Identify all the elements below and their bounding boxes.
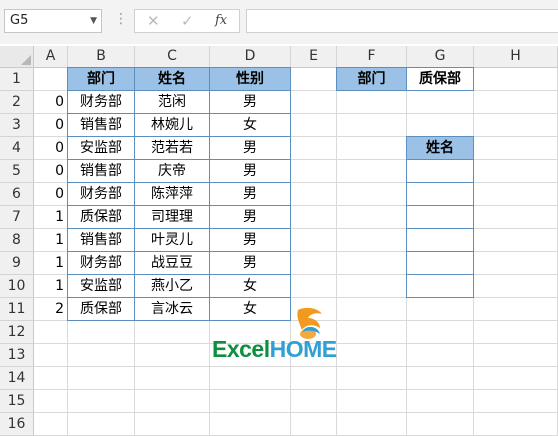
column-header-c[interactable]: C	[135, 46, 210, 68]
cell-a[interactable]: 0	[34, 160, 68, 183]
row-header-9[interactable]: 9	[0, 252, 34, 275]
lookup-dept-label[interactable]: 部门	[336, 67, 407, 91]
row-header-3[interactable]: 3	[0, 114, 34, 137]
drag-handle-icon[interactable]: ⋮	[114, 11, 128, 27]
lookup-result-cell[interactable]	[406, 251, 474, 275]
column-header-d[interactable]: D	[210, 46, 291, 68]
cell-name[interactable]: 范闲	[134, 90, 210, 114]
cell-a[interactable]: 1	[34, 206, 68, 229]
cell-name[interactable]: 范若若	[134, 136, 210, 160]
row-header-7[interactable]: 7	[0, 206, 34, 229]
cell-gender[interactable]: 男	[209, 90, 291, 114]
cell-dept[interactable]: 质保部	[67, 297, 135, 321]
lookup-result-cell[interactable]	[406, 205, 474, 229]
cell-gender[interactable]: 男	[209, 159, 291, 183]
row-header-8[interactable]: 8	[0, 229, 34, 252]
cell-name[interactable]: 陈萍萍	[134, 182, 210, 206]
row-header-5[interactable]: 5	[0, 160, 34, 183]
cell-dept[interactable]: 销售部	[67, 228, 135, 252]
cell-a[interactable]: 1	[34, 252, 68, 275]
cell-gender[interactable]: 女	[209, 113, 291, 137]
cell-dept[interactable]: 财务部	[67, 251, 135, 275]
row-header-16[interactable]: 16	[0, 413, 34, 436]
column-header-g[interactable]: G	[407, 46, 474, 68]
cell-gender[interactable]: 女	[209, 274, 291, 298]
cell-dept[interactable]: 销售部	[67, 159, 135, 183]
confirm-icon[interactable]: ✓	[181, 12, 194, 30]
gridline-horizontal	[34, 366, 558, 367]
cell-a[interactable]: 0	[34, 91, 68, 114]
row-header-12[interactable]: 12	[0, 321, 34, 344]
cell-gender[interactable]: 男	[209, 251, 291, 275]
cell-gender[interactable]: 男	[209, 205, 291, 229]
row-header-10[interactable]: 10	[0, 275, 34, 298]
insert-function-button[interactable]: fx	[215, 13, 227, 28]
chevron-down-icon[interactable]: ▼	[90, 16, 97, 26]
column-header-e[interactable]: E	[291, 46, 337, 68]
row-header-13[interactable]: 13	[0, 344, 34, 367]
cancel-icon[interactable]: ✕	[147, 12, 160, 30]
cell-name[interactable]: 庆帝	[134, 159, 210, 183]
logo-wordmark: ExcelHOME	[212, 336, 337, 363]
lookup-result-cell[interactable]	[406, 274, 474, 298]
cell-gender[interactable]: 男	[209, 182, 291, 206]
column-header-a[interactable]: A	[34, 46, 68, 68]
cell-a[interactable]: 0	[34, 114, 68, 137]
excelhome-logo: ExcelHOME	[210, 304, 370, 364]
cell-gender[interactable]: 男	[209, 136, 291, 160]
header-cell-dept[interactable]: 部门	[67, 67, 135, 91]
logo-home-text: HOME	[269, 336, 338, 362]
cell-dept[interactable]: 财务部	[67, 90, 135, 114]
name-box-value: G5	[10, 13, 29, 28]
row-header-4[interactable]: 4	[0, 137, 34, 160]
cell-name[interactable]: 司理理	[134, 205, 210, 229]
row-header-11[interactable]: 11	[0, 298, 34, 321]
cell-name[interactable]: 燕小乙	[134, 274, 210, 298]
cell-a[interactable]: 0	[34, 183, 68, 206]
gridline-horizontal	[34, 389, 558, 390]
row-header-6[interactable]: 6	[0, 183, 34, 206]
lookup-result-cell[interactable]	[406, 182, 474, 206]
header-cell-gender[interactable]: 性别	[209, 67, 291, 91]
formula-buttons: ✕ ✓ fx	[134, 9, 240, 33]
cell-gender[interactable]: 男	[209, 228, 291, 252]
cell-name[interactable]: 战豆豆	[134, 251, 210, 275]
name-box[interactable]: G5 ▼	[4, 9, 102, 33]
lookup-result-cell[interactable]	[406, 228, 474, 252]
formula-bar: G5 ▼ ⋮ ✕ ✓ fx	[0, 0, 558, 44]
column-header-h[interactable]: H	[474, 46, 558, 68]
cell-name[interactable]: 叶灵儿	[134, 228, 210, 252]
header-cell-name[interactable]: 姓名	[134, 67, 210, 91]
row-header-2[interactable]: 2	[0, 91, 34, 114]
cell-a[interactable]: 0	[34, 137, 68, 160]
lookup-result-cell[interactable]	[406, 159, 474, 183]
formula-input[interactable]	[246, 9, 558, 33]
cell-name[interactable]: 言冰云	[134, 297, 210, 321]
row-header-1[interactable]: 1	[0, 68, 34, 91]
lookup-name-header[interactable]: 姓名	[406, 136, 474, 160]
cell-dept[interactable]: 质保部	[67, 205, 135, 229]
logo-excel-text: Excel	[212, 336, 270, 362]
gridline-horizontal	[34, 412, 558, 413]
cell-a[interactable]: 1	[34, 229, 68, 252]
cell-name[interactable]: 林婉儿	[134, 113, 210, 137]
cell-dept[interactable]: 财务部	[67, 182, 135, 206]
lookup-dept-value[interactable]: 质保部	[406, 67, 474, 91]
cell-a[interactable]: 1	[34, 275, 68, 298]
gridline-vertical	[336, 68, 337, 436]
cell-a[interactable]: 2	[34, 298, 68, 321]
cell-dept[interactable]: 安监部	[67, 136, 135, 160]
cell-dept[interactable]: 安监部	[67, 274, 135, 298]
column-header-f[interactable]: F	[337, 46, 407, 68]
select-all-button[interactable]	[0, 46, 34, 68]
select-all-icon	[21, 55, 31, 65]
row-header-15[interactable]: 15	[0, 390, 34, 413]
column-header-b[interactable]: B	[68, 46, 135, 68]
cell-dept[interactable]: 销售部	[67, 113, 135, 137]
row-header-14[interactable]: 14	[0, 367, 34, 390]
